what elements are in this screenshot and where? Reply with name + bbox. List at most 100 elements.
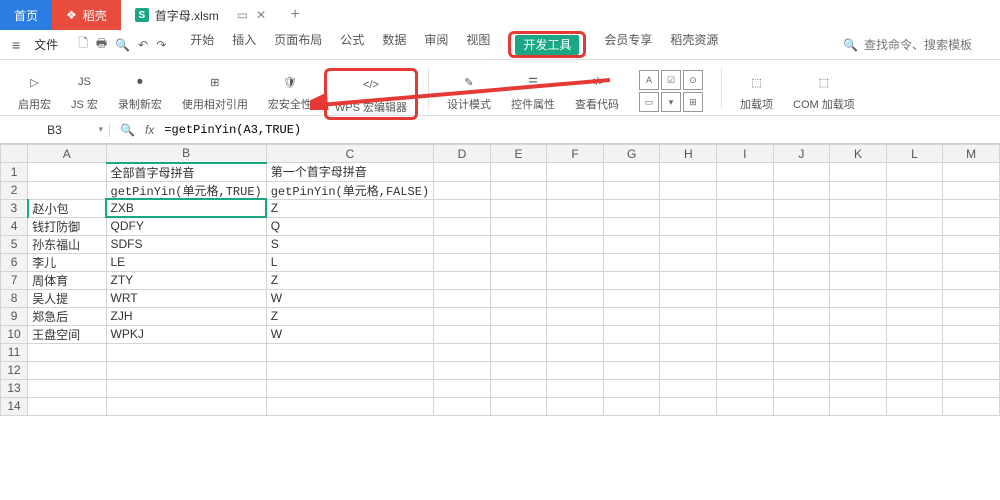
cell[interactable] xyxy=(660,217,717,235)
relative-ref-button[interactable]: ⊞ 使用相对引用 xyxy=(174,68,256,114)
row-header[interactable]: 5 xyxy=(1,235,28,253)
cell[interactable] xyxy=(660,307,717,325)
col-header-G[interactable]: G xyxy=(603,145,660,163)
cell[interactable] xyxy=(943,397,1000,415)
cell[interactable]: Z xyxy=(266,307,433,325)
hamburger-icon[interactable]: ≡ xyxy=(8,37,24,53)
row-header[interactable]: 8 xyxy=(1,289,28,307)
cell[interactable] xyxy=(547,217,604,235)
cell[interactable] xyxy=(434,325,491,343)
col-header-L[interactable]: L xyxy=(886,145,943,163)
cell[interactable] xyxy=(773,199,830,217)
cell[interactable] xyxy=(773,289,830,307)
cell[interactable] xyxy=(603,361,660,379)
cell[interactable] xyxy=(106,361,266,379)
cell[interactable] xyxy=(717,181,774,199)
cell[interactable] xyxy=(830,163,887,182)
cell[interactable] xyxy=(886,199,943,217)
cell[interactable] xyxy=(660,181,717,199)
cell[interactable] xyxy=(266,361,433,379)
preview-icon[interactable]: 🔍 xyxy=(115,38,130,52)
cell[interactable] xyxy=(434,379,491,397)
row-header[interactable]: 6 xyxy=(1,253,28,271)
cell[interactable] xyxy=(434,397,491,415)
cell[interactable] xyxy=(660,235,717,253)
cell[interactable] xyxy=(434,343,491,361)
command-search[interactable]: 🔍 xyxy=(835,38,992,52)
menu-insert[interactable]: 插入 xyxy=(232,31,256,58)
cell[interactable] xyxy=(943,181,1000,199)
cell[interactable] xyxy=(547,379,604,397)
cell[interactable] xyxy=(660,361,717,379)
cell[interactable]: Q xyxy=(266,217,433,235)
row-header[interactable]: 1 xyxy=(1,163,28,182)
cell[interactable]: 李儿 xyxy=(28,253,106,271)
cell[interactable] xyxy=(943,199,1000,217)
record-macro-button[interactable]: ⏺ 录制新宏 xyxy=(110,68,170,114)
cell[interactable] xyxy=(830,181,887,199)
cell[interactable] xyxy=(266,343,433,361)
macro-security-button[interactable]: 🛡 宏安全性 xyxy=(260,68,320,114)
cell[interactable] xyxy=(830,199,887,217)
cell[interactable] xyxy=(943,379,1000,397)
cell[interactable] xyxy=(28,361,106,379)
new-tab-button[interactable]: + xyxy=(280,6,310,24)
cell[interactable] xyxy=(28,163,106,182)
cell[interactable] xyxy=(943,343,1000,361)
cell[interactable]: S xyxy=(266,235,433,253)
cell[interactable]: 第一个首字母拼音 xyxy=(266,163,433,182)
cell[interactable] xyxy=(547,325,604,343)
cell[interactable] xyxy=(603,199,660,217)
tab-docer[interactable]: ❖ 稻壳 xyxy=(52,0,121,30)
cell[interactable] xyxy=(547,271,604,289)
cell[interactable]: 赵小包 xyxy=(28,199,106,217)
cell[interactable] xyxy=(660,325,717,343)
cell[interactable] xyxy=(773,217,830,235)
cell[interactable] xyxy=(660,379,717,397)
cell[interactable] xyxy=(830,289,887,307)
cell[interactable] xyxy=(547,253,604,271)
row-header[interactable]: 2 xyxy=(1,181,28,199)
cell[interactable] xyxy=(830,379,887,397)
cell[interactable] xyxy=(106,343,266,361)
cell[interactable] xyxy=(603,307,660,325)
cell[interactable] xyxy=(943,307,1000,325)
cell[interactable] xyxy=(943,163,1000,182)
cell[interactable] xyxy=(490,163,547,182)
cell[interactable] xyxy=(547,163,604,182)
row-header[interactable]: 9 xyxy=(1,307,28,325)
cell[interactable] xyxy=(717,325,774,343)
cell[interactable] xyxy=(547,343,604,361)
cell[interactable] xyxy=(490,397,547,415)
cell[interactable] xyxy=(603,379,660,397)
redo-icon[interactable]: ↷ xyxy=(156,38,166,52)
menu-start[interactable]: 开始 xyxy=(190,31,214,58)
cell[interactable] xyxy=(773,325,830,343)
view-code-button[interactable]: </> 查看代码 xyxy=(567,68,627,114)
cell[interactable]: W xyxy=(266,325,433,343)
cell[interactable] xyxy=(717,379,774,397)
wps-macro-editor-button[interactable]: </> WPS 宏编辑器 xyxy=(324,68,418,120)
cell[interactable] xyxy=(106,379,266,397)
cell[interactable] xyxy=(886,379,943,397)
cell[interactable] xyxy=(830,217,887,235)
cell[interactable] xyxy=(717,397,774,415)
cell[interactable] xyxy=(28,181,106,199)
menu-member[interactable]: 会员专享 xyxy=(604,31,652,58)
cell[interactable] xyxy=(886,325,943,343)
cell[interactable] xyxy=(603,289,660,307)
cell[interactable] xyxy=(660,253,717,271)
command-search-input[interactable] xyxy=(864,38,984,52)
cell[interactable]: ZTY xyxy=(106,271,266,289)
select-all-corner[interactable] xyxy=(1,145,28,163)
cell[interactable] xyxy=(717,217,774,235)
cell[interactable] xyxy=(773,235,830,253)
cell[interactable] xyxy=(547,181,604,199)
cell[interactable] xyxy=(717,271,774,289)
cell[interactable]: 孙东福山 xyxy=(28,235,106,253)
zoom-icon[interactable]: 🔍 xyxy=(120,123,135,137)
cell[interactable]: 周体育 xyxy=(28,271,106,289)
cell[interactable] xyxy=(547,289,604,307)
col-header-D[interactable]: D xyxy=(434,145,491,163)
row-header[interactable]: 3 xyxy=(1,199,28,217)
